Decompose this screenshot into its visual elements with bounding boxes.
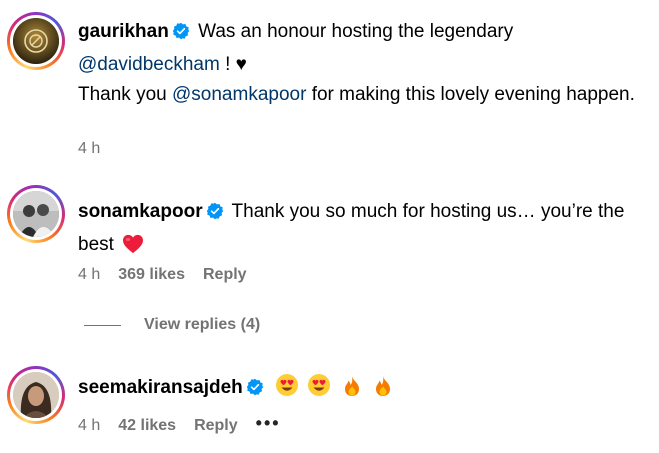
avatar-logo-image <box>13 18 59 64</box>
avatar-border <box>10 369 62 421</box>
avatar-photo-image <box>13 372 59 418</box>
mention-davidbeckham[interactable]: @davidbeckham <box>78 54 220 75</box>
avatar-sonamkapoor[interactable] <box>7 185 65 243</box>
avatar-photo-image <box>13 191 59 237</box>
fire-emoji-icon <box>374 375 392 407</box>
fire-emoji-icon <box>343 375 361 407</box>
username-gaurikhan[interactable]: gaurikhan <box>78 21 169 42</box>
comment-text: for making this lovely evening happen. <box>306 84 635 105</box>
verified-badge-icon <box>246 376 264 406</box>
reply-button[interactable]: Reply <box>194 417 238 435</box>
comment-body: seemakiransajdeh <box>78 373 639 407</box>
comment-body: gaurikhan Was an honour hosting the lege… <box>78 17 639 110</box>
comment-text: ! ♥ <box>219 54 247 75</box>
username-sonamkapoor[interactable]: sonamkapoor <box>78 201 203 222</box>
reply-button[interactable]: Reply <box>203 266 247 284</box>
likes-count[interactable]: 42 likes <box>118 417 176 435</box>
timestamp[interactable]: 4 h <box>78 417 100 435</box>
red-heart-emoji-icon <box>122 234 144 264</box>
verified-badge-icon <box>206 200 224 230</box>
heart-eyes-emoji-icon <box>275 373 299 407</box>
comment-body: sonamkapoor Thank you so much for hostin… <box>78 197 639 264</box>
timestamp[interactable]: 4 h <box>78 140 100 158</box>
comment-meta: 4 h 369 likes Reply <box>78 266 247 284</box>
avatar-gaurikhan[interactable] <box>7 12 65 70</box>
comment-gaurikhan: gaurikhan Was an honour hosting the lege… <box>0 0 659 170</box>
likes-count[interactable]: 369 likes <box>118 266 185 284</box>
comment-text: Thank you <box>78 84 172 105</box>
heart-eyes-emoji-icon <box>307 373 331 407</box>
username-seemakiransajdeh[interactable]: seemakiransajdeh <box>78 377 243 398</box>
comment-text: Was an honour hosting the legendary <box>198 21 514 42</box>
avatar-border <box>10 15 62 67</box>
avatar-seemakiransajdeh[interactable] <box>7 366 65 424</box>
view-replies-label[interactable]: View replies (4) <box>144 316 260 334</box>
comment-meta: 4 h 42 likes Reply ••• <box>78 413 281 435</box>
more-options-icon[interactable]: ••• <box>256 413 281 434</box>
avatar-border <box>10 188 62 240</box>
view-replies-button[interactable]: View replies (4) <box>84 316 260 334</box>
comment-meta: 4 h <box>78 140 100 158</box>
mention-sonamkapoor[interactable]: @sonamkapoor <box>172 84 306 105</box>
timestamp[interactable]: 4 h <box>78 266 100 284</box>
divider-line <box>84 324 121 326</box>
verified-badge-icon <box>172 20 190 50</box>
